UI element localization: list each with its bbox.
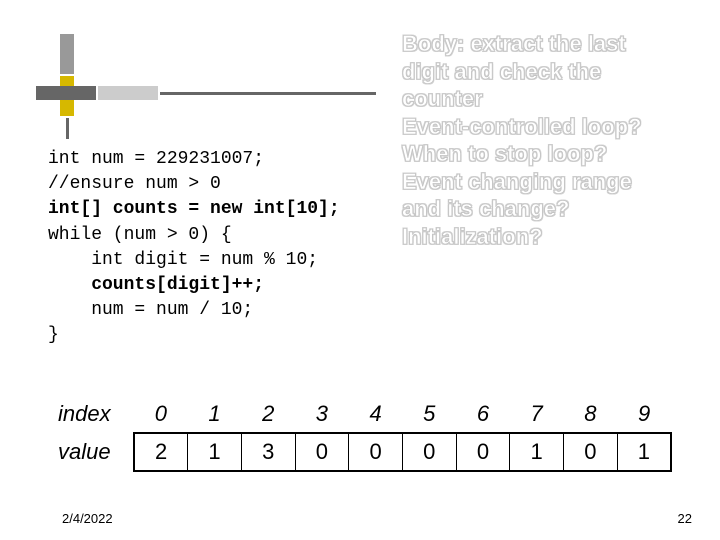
annotation-line: Body: extract the last bbox=[402, 30, 712, 58]
value-cell: 0 bbox=[349, 433, 403, 471]
annotation-line: Event-controlled loop? bbox=[402, 113, 712, 141]
value-cell: 1 bbox=[617, 433, 671, 471]
index-label: index bbox=[56, 395, 134, 433]
code-line: int num = 229231007; bbox=[48, 149, 264, 169]
code-line: while (num > 0) { bbox=[48, 225, 232, 245]
footer-date: 2/4/2022 bbox=[62, 511, 113, 526]
index-cell: 4 bbox=[349, 395, 403, 433]
index-cell: 5 bbox=[402, 395, 456, 433]
index-cell: 9 bbox=[617, 395, 671, 433]
annotation-line: and its change? bbox=[402, 195, 712, 223]
index-cell: 3 bbox=[295, 395, 349, 433]
code-line: int[] counts = new int[10]; bbox=[48, 199, 340, 219]
decoration-horizontal bbox=[36, 86, 376, 100]
array-table: index 0 1 2 3 4 5 6 7 8 9 value 2 1 3 0 … bbox=[56, 395, 672, 472]
annotation-line: Initialization? bbox=[402, 223, 712, 251]
code-line: int digit = num % 10; bbox=[48, 250, 318, 270]
value-cell: 1 bbox=[510, 433, 564, 471]
index-row: index 0 1 2 3 4 5 6 7 8 9 bbox=[56, 395, 671, 433]
annotation-line: counter bbox=[402, 85, 712, 113]
value-cell: 1 bbox=[188, 433, 242, 471]
index-cell: 7 bbox=[510, 395, 564, 433]
value-label: value bbox=[56, 433, 134, 471]
annotation-line: When to stop loop? bbox=[402, 140, 712, 168]
index-cell: 6 bbox=[456, 395, 510, 433]
index-cell: 8 bbox=[564, 395, 618, 433]
index-cell: 2 bbox=[241, 395, 295, 433]
footer-page-number: 22 bbox=[678, 511, 692, 526]
code-line: //ensure num > 0 bbox=[48, 174, 221, 194]
value-cell: 0 bbox=[564, 433, 618, 471]
code-block: int num = 229231007; //ensure num > 0 in… bbox=[48, 147, 340, 349]
index-cell: 0 bbox=[134, 395, 188, 433]
value-cell: 3 bbox=[241, 433, 295, 471]
value-cell: 2 bbox=[134, 433, 188, 471]
annotations: Body: extract the last digit and check t… bbox=[402, 30, 712, 250]
code-line: } bbox=[48, 325, 59, 345]
annotation-line: Event changing range bbox=[402, 168, 712, 196]
value-cell: 0 bbox=[456, 433, 510, 471]
code-line: counts[digit]++; bbox=[48, 275, 264, 295]
value-row: value 2 1 3 0 0 0 0 1 0 1 bbox=[56, 433, 671, 471]
value-cell: 0 bbox=[402, 433, 456, 471]
value-cell: 0 bbox=[295, 433, 349, 471]
code-line: num = num / 10; bbox=[48, 300, 253, 320]
annotation-line: digit and check the bbox=[402, 58, 712, 86]
index-cell: 1 bbox=[188, 395, 242, 433]
